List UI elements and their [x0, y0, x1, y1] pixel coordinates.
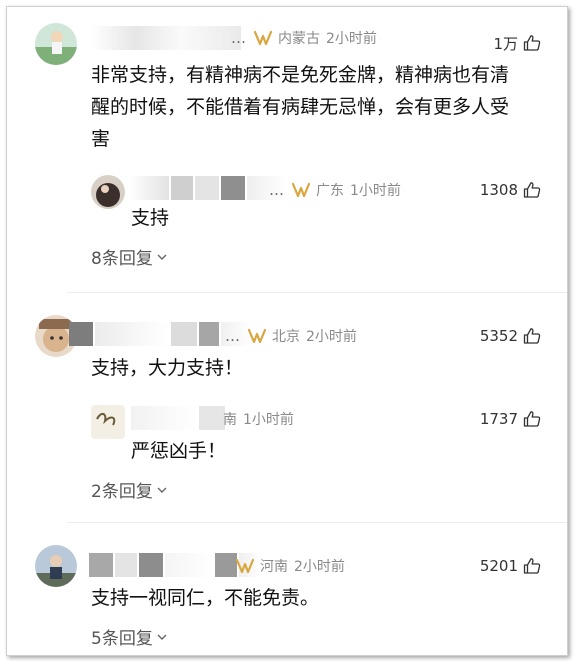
like-count: 5352	[479, 327, 518, 345]
like-count: 1737	[479, 410, 518, 428]
comment-text-line: 害	[91, 128, 111, 150]
comment-text: 非常支持，有精神病不是免死金牌，精神病也有清 醒的时候，不能借着有病肆无忌惮，会…	[91, 59, 551, 155]
replies-count-label: 2条回复	[91, 482, 153, 502]
comment-meta: … 内蒙古 2小时前	[231, 25, 377, 51]
timestamp: 2小时前	[294, 559, 345, 575]
like-button[interactable]: 1万	[493, 30, 541, 56]
reply-text: 支持	[131, 207, 170, 229]
vip-badge-icon	[253, 30, 273, 46]
view-replies-link[interactable]: 2条回复	[91, 477, 168, 502]
location: 内蒙古	[278, 31, 320, 47]
comment-meta: … 北京 2小时前	[225, 323, 357, 349]
timestamp: 1小时前	[350, 183, 401, 199]
vip-badge-icon	[291, 182, 311, 198]
view-replies-link[interactable]: 5条回复	[91, 624, 168, 649]
divider	[67, 292, 567, 293]
comment-list: … 内蒙古 2小时前 1万 非常支持，有精神病不是免死金牌，精神病也有清 醒的时…	[6, 6, 568, 656]
location: 南	[223, 412, 237, 428]
location: 北京	[272, 329, 300, 345]
view-replies-link[interactable]: 8条回复	[91, 244, 168, 269]
comment-text-line: 醒的时候，不能借着有病肆无忌惮，会有更多人受	[91, 96, 510, 118]
reply-meta: 南 1小时前	[223, 406, 294, 432]
avatar[interactable]	[35, 545, 77, 587]
reply-username-tail: …	[269, 181, 285, 199]
avatar[interactable]	[35, 23, 77, 65]
username-blurred[interactable]	[91, 25, 243, 51]
chevron-down-icon	[157, 254, 167, 260]
reply-like-button[interactable]: 1737	[480, 406, 541, 432]
comment-meta: 河南 2小时前	[235, 553, 345, 579]
timestamp: 2小时前	[326, 31, 377, 47]
divider	[67, 522, 567, 523]
reply-avatar[interactable]	[91, 175, 125, 209]
vip-badge-icon	[235, 558, 255, 574]
like-count: 1308	[479, 181, 518, 199]
reply-username-blurred[interactable]	[129, 175, 289, 201]
thumbs-up-icon	[523, 411, 541, 427]
comment-text-line: 支持一视同仁，不能免责。	[91, 587, 320, 609]
chevron-down-icon	[157, 634, 167, 640]
comment-text-line: 支持，大力支持！	[91, 357, 244, 379]
reply-meta: … 广东 1小时前	[269, 177, 401, 203]
thumbs-up-icon	[523, 182, 541, 198]
vip-badge-icon	[247, 328, 267, 344]
username-tail: …	[231, 29, 247, 47]
reply-text: 严惩凶手！	[131, 440, 227, 462]
reply-username-blurred[interactable]	[131, 405, 227, 431]
location: 河南	[260, 559, 288, 575]
comment-text-line: 非常支持，有精神病不是免死金牌，精神病也有清	[91, 64, 510, 86]
replies-count-label: 5条回复	[91, 629, 153, 649]
chevron-down-icon	[157, 487, 167, 493]
comment-text: 支持一视同仁，不能免责。	[91, 582, 319, 614]
reply-avatar[interactable]	[91, 405, 125, 439]
location: 广东	[316, 183, 344, 199]
like-count: 5201	[479, 557, 518, 575]
timestamp: 1小时前	[243, 412, 294, 428]
like-button[interactable]: 5201	[480, 553, 541, 579]
like-button[interactable]: 5352	[480, 323, 541, 349]
timestamp: 2小时前	[306, 329, 357, 345]
thumbs-up-icon	[523, 328, 541, 344]
replies-count-label: 8条回复	[91, 249, 153, 269]
like-count: 1万	[493, 34, 518, 53]
comment-text: 支持，大力支持！	[91, 352, 243, 384]
username-tail: …	[225, 327, 241, 345]
reply-like-button[interactable]: 1308	[480, 177, 541, 203]
thumbs-up-icon	[523, 558, 541, 574]
thumbs-up-icon	[523, 35, 541, 51]
